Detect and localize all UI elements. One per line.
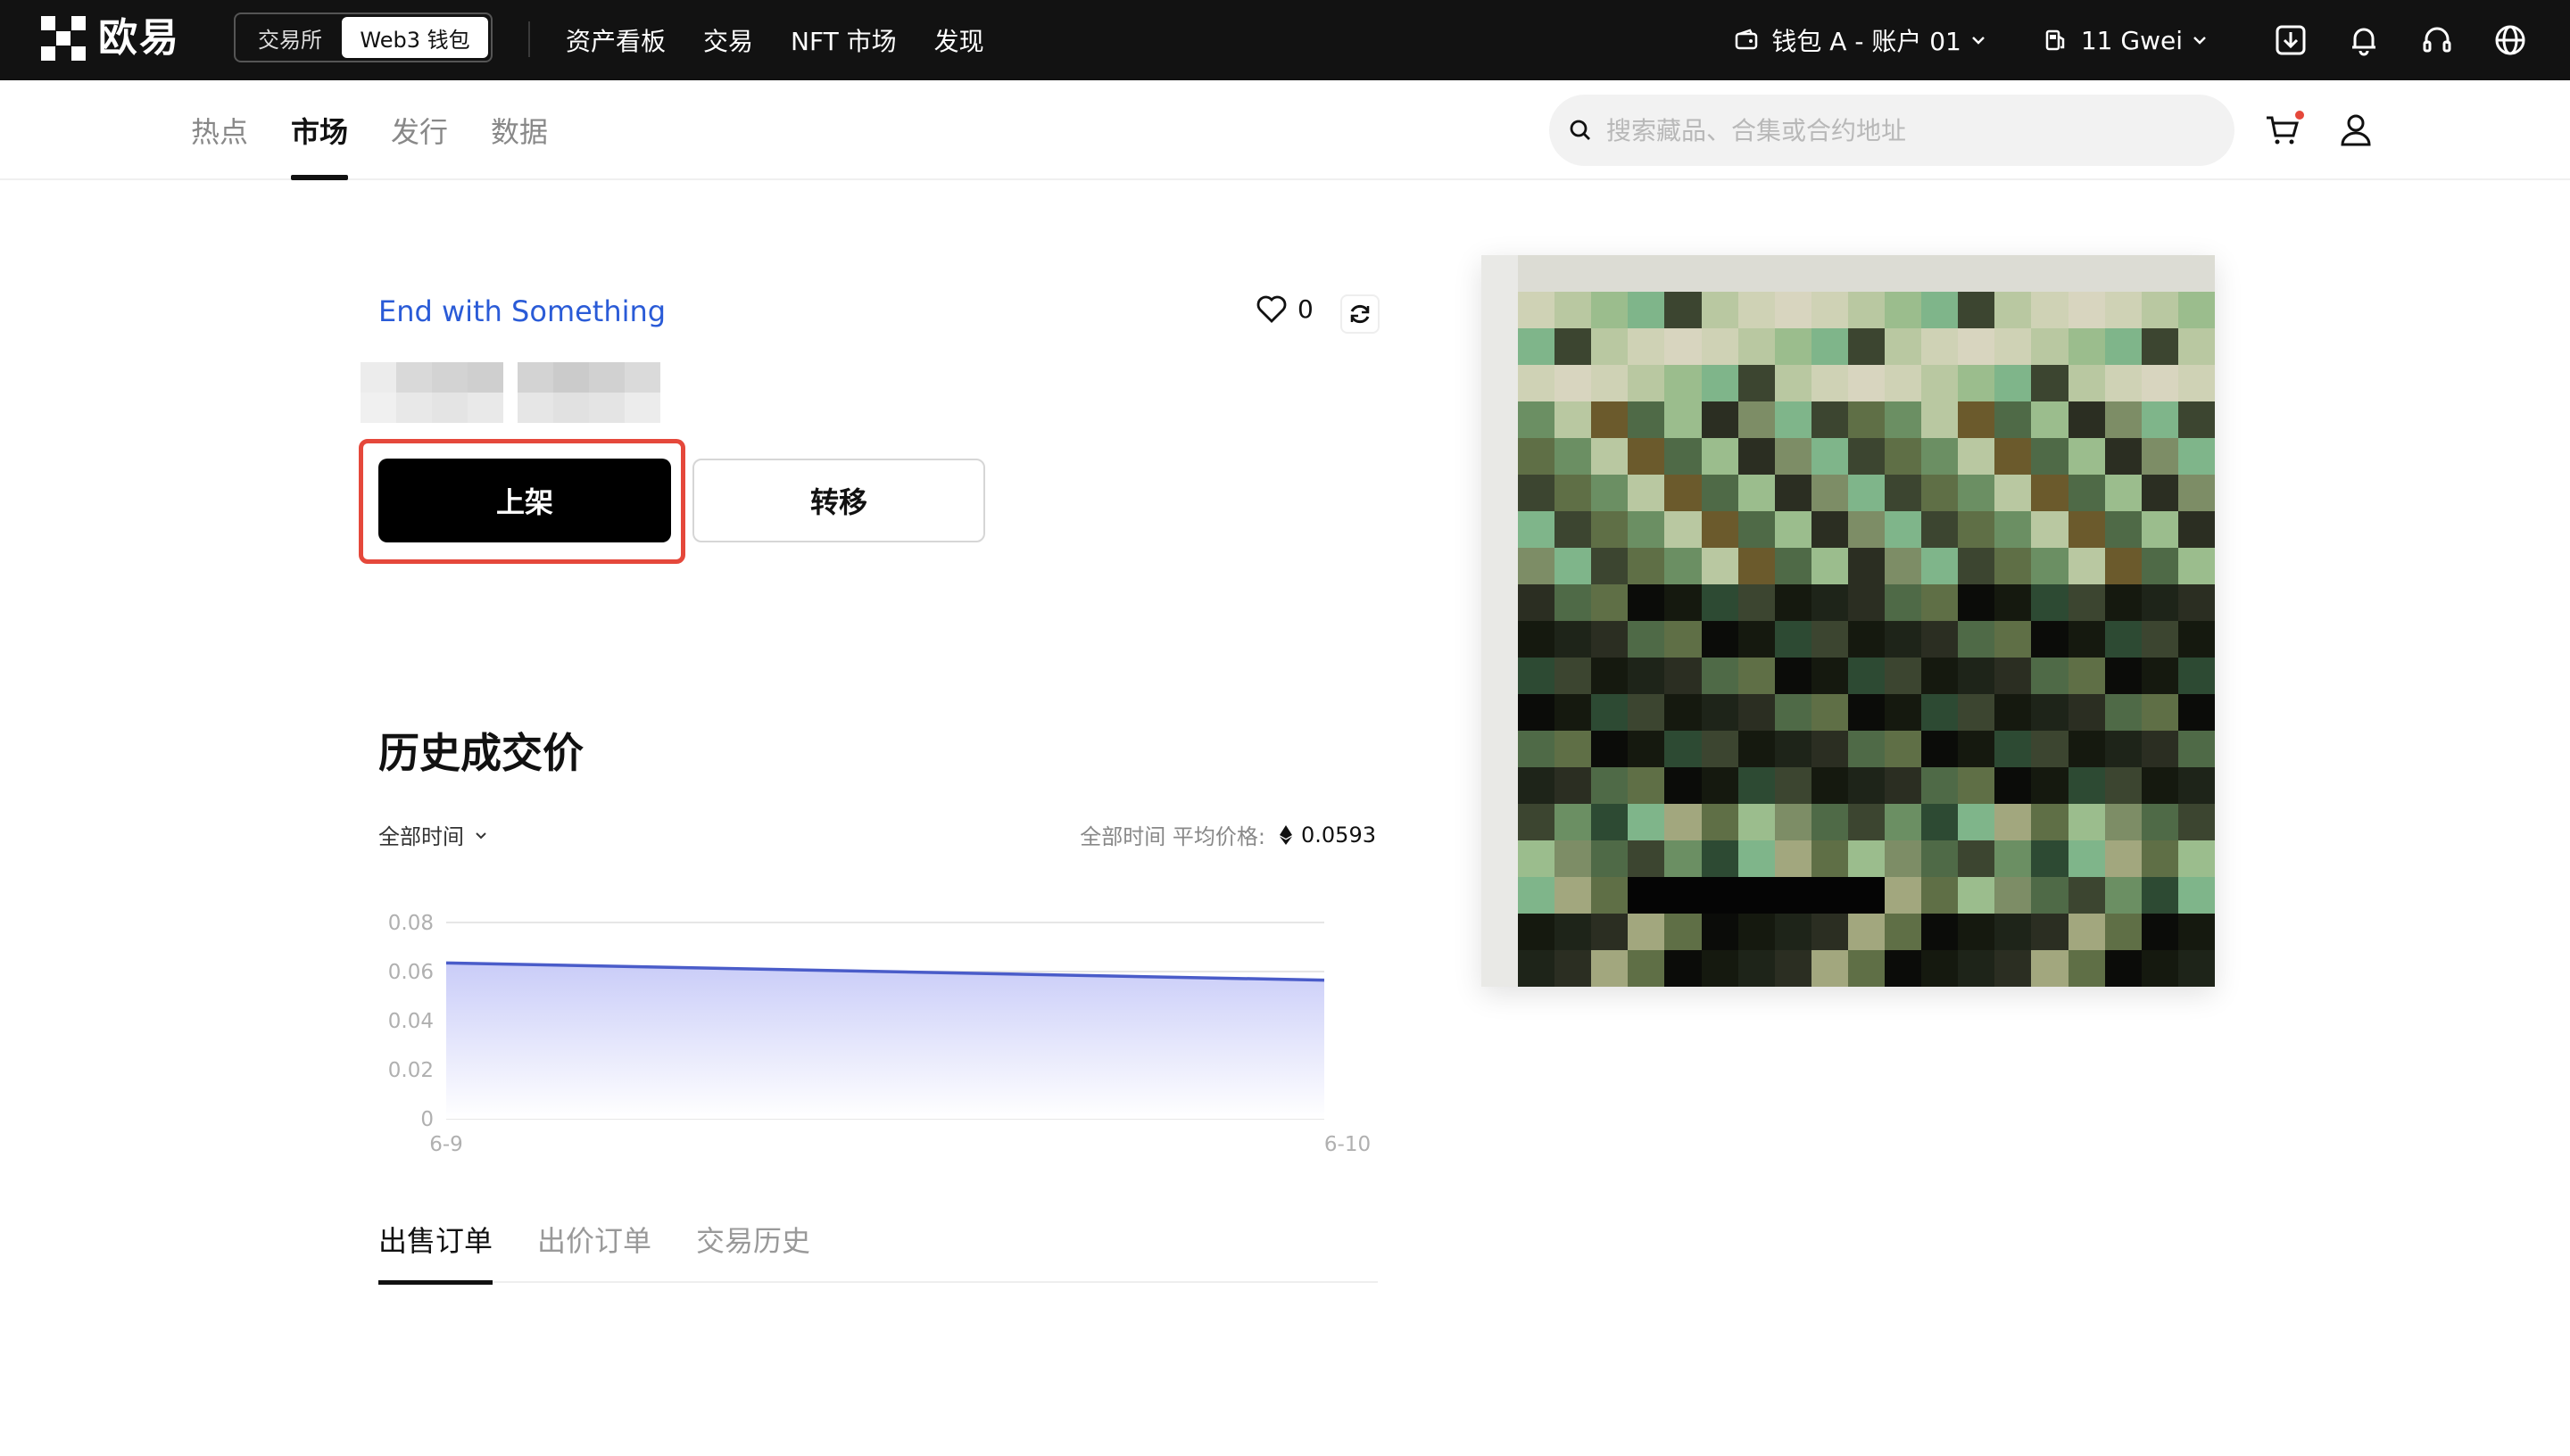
wallet-icon [1734,28,1759,53]
mode-web3-wallet-button[interactable]: Web3 钱包 [342,17,488,58]
x-tick-label: 6-9 [429,1133,463,1156]
refresh-icon [1347,301,1373,327]
x-tick-label: 6-10 [1324,1133,1371,1156]
download-icon[interactable] [2272,21,2309,59]
mode-switch: 交易所 Web3 钱包 [234,12,493,62]
nft-sub-navigation: 热点 市场 发行 数据 [0,80,2570,180]
tab-data[interactable]: 数据 [491,80,548,180]
y-tick-label: 0.04 [388,1010,434,1033]
mode-exchange-button[interactable]: 交易所 [238,17,342,58]
tab-sell-orders[interactable]: 出售订单 [378,1215,493,1285]
like-count: 0 [1297,294,1314,324]
nav-item-portfolio[interactable]: 资产看板 [566,22,666,58]
top-right-controls: 钱包 A - 账户 01 11 Gwei [1734,0,2529,80]
list-for-sale-button[interactable]: 上架 [378,459,671,542]
nav-item-nft-market[interactable]: NFT 市场 [791,22,897,58]
gas-label: 11 Gwei [2080,25,2183,55]
chevron-down-icon [473,827,489,843]
tab-offers[interactable]: 出价订单 [537,1215,651,1283]
divider [528,21,530,57]
tab-trade-history[interactable]: 交易历史 [696,1215,810,1283]
logo-text: 欧易 [98,15,180,61]
top-navigation-bar: 欧易 交易所 Web3 钱包 资产看板 交易 NFT 市场 发现 钱包 A - … [0,0,2570,80]
nft-tabs: 热点 市场 发行 数据 [191,80,591,180]
gas-pump-icon [2044,28,2068,53]
nav-item-discover[interactable]: 发现 [934,22,984,58]
wallet-selector[interactable]: 钱包 A - 账户 01 [1734,22,1986,58]
gas-selector[interactable]: 11 Gwei [2044,26,2208,55]
eth-icon [1280,824,1293,845]
search-box[interactable] [1549,95,2234,166]
bell-icon[interactable] [2345,21,2383,59]
refresh-button[interactable] [1340,294,1380,334]
transfer-button[interactable]: 转移 [692,459,985,542]
nft-image[interactable] [1481,255,2215,987]
y-tick-label: 0.08 [388,912,434,935]
orders-tabs: 出售订单 出价订单 交易历史 [378,1215,1378,1285]
y-tick-label: 0 [420,1108,434,1131]
nft-name-blurred [361,362,660,423]
cart-notification-dot [2295,111,2304,120]
nav-item-trade[interactable]: 交易 [703,22,753,58]
wallet-label: 钱包 A - 账户 01 [1771,27,1961,56]
okx-logo[interactable]: 欧易 [41,16,180,61]
chevron-down-icon [2192,32,2208,48]
price-history-title: 历史成交价 [378,729,584,777]
y-tick-label: 0.02 [388,1059,434,1082]
heart-icon [1256,295,1287,324]
okx-logo-mark [41,16,86,61]
like-button[interactable]: 0 [1256,294,1314,324]
headset-icon[interactable] [2418,21,2456,59]
globe-icon[interactable] [2491,21,2529,59]
y-tick-label: 0.06 [388,961,434,984]
average-price-value: 0.0593 [1301,822,1376,848]
average-price-label: 全部时间 平均价格: [1080,824,1266,849]
price-history-chart: 0.08 0.06 0.04 0.02 06-9 6-10 [388,912,1371,1156]
time-range-select[interactable]: 全部时间 [378,819,489,850]
nft-pixelated-artwork [1481,255,2215,987]
time-range-value: 全部时间 [378,824,464,849]
top-nav: 资产看板 交易 NFT 市场 发现 [566,0,1022,80]
search-input[interactable] [1606,115,2195,145]
search-icon [1567,117,1594,144]
price-area [446,963,1324,1119]
chevron-down-icon [1970,32,1986,48]
average-price: 全部时间 平均价格: 0.0593 [1080,819,1376,850]
tab-launch[interactable]: 发行 [391,80,448,180]
user-icon[interactable] [2336,111,2375,150]
tab-market[interactable]: 市场 [291,80,349,180]
cart-icon[interactable] [2263,111,2304,150]
collection-link[interactable]: End with Something [378,294,666,328]
tab-trending[interactable]: 热点 [191,80,248,180]
